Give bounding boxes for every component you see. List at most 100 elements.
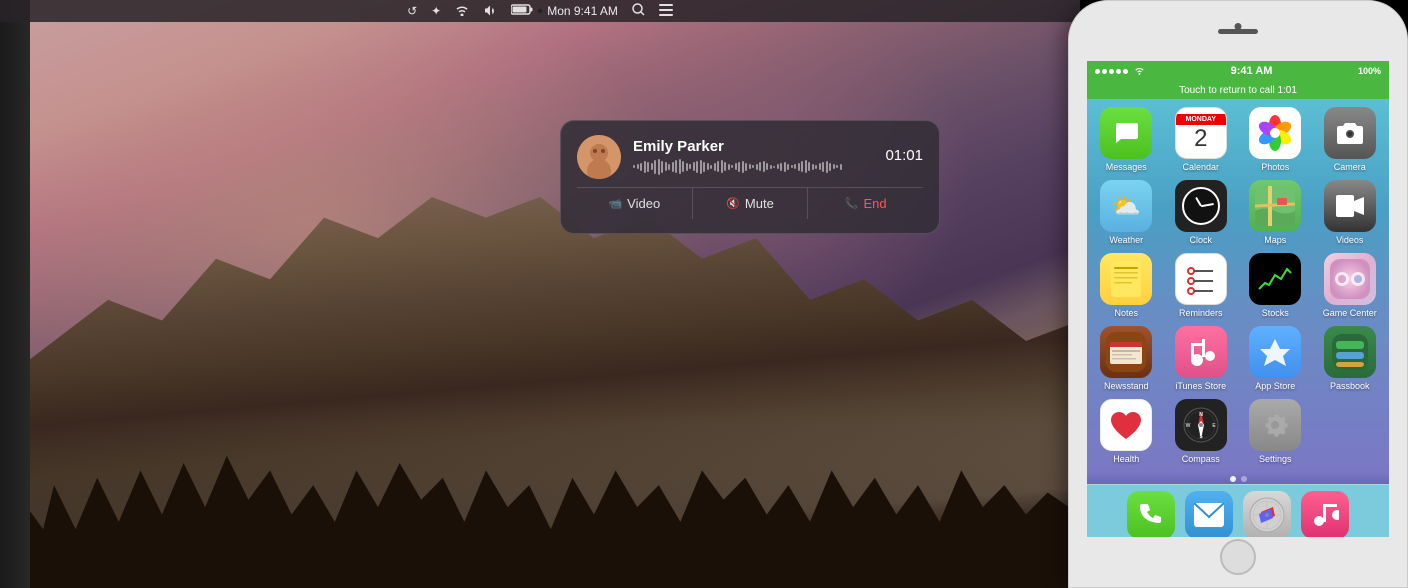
waveform-bar bbox=[787, 164, 789, 170]
app-newsstand[interactable]: Newsstand bbox=[1093, 326, 1160, 391]
waveform-bar bbox=[766, 163, 768, 170]
spotlight-search-icon[interactable] bbox=[632, 3, 645, 19]
app-notes[interactable]: Notes bbox=[1093, 253, 1160, 318]
ios-call-return-banner[interactable]: Touch to return to call 1:01 bbox=[1087, 81, 1389, 99]
notification-header: Emily Parker 01:01 bbox=[577, 135, 923, 187]
waveform-bar bbox=[826, 161, 828, 173]
app-health[interactable]: Health bbox=[1093, 399, 1160, 464]
health-icon bbox=[1100, 399, 1152, 451]
ios-time: 9:41 AM bbox=[1231, 65, 1273, 77]
end-call-button[interactable]: 📞 End bbox=[808, 188, 923, 219]
waveform-bar bbox=[633, 165, 635, 168]
reminders-icon bbox=[1175, 253, 1227, 305]
waveform-bar bbox=[738, 162, 740, 172]
waveform-bar bbox=[731, 165, 733, 168]
waveform-bar bbox=[784, 162, 786, 172]
signal-dot-5 bbox=[1123, 69, 1128, 74]
app-game-center[interactable]: Game Center bbox=[1317, 253, 1384, 318]
waveform-bar bbox=[822, 162, 824, 172]
waveform-bar bbox=[647, 162, 649, 172]
waveform-bar bbox=[658, 159, 660, 175]
app-calendar[interactable]: Monday 2 Calendar bbox=[1168, 107, 1235, 172]
app-photos[interactable]: Photos bbox=[1242, 107, 1309, 172]
waveform-bar bbox=[724, 162, 726, 171]
app-clock[interactable]: Clock bbox=[1168, 180, 1235, 245]
app-reminders[interactable]: Reminders bbox=[1168, 253, 1235, 318]
notes-label: Notes bbox=[1114, 308, 1138, 318]
music-icon bbox=[1301, 491, 1349, 537]
notification-center-icon[interactable] bbox=[659, 4, 673, 19]
videos-label: Videos bbox=[1336, 235, 1363, 245]
calendar-icon: Monday 2 bbox=[1175, 107, 1227, 159]
waveform-bar bbox=[780, 163, 782, 171]
messages-icon bbox=[1100, 107, 1152, 159]
passbook-label: Passbook bbox=[1330, 381, 1370, 391]
compass-label: Compass bbox=[1182, 454, 1220, 464]
app-weather[interactable]: ⛅ Weather bbox=[1093, 180, 1160, 245]
waveform-bar bbox=[693, 162, 695, 171]
mute-label: Mute bbox=[745, 196, 774, 211]
mute-button[interactable]: 🔇 Mute bbox=[693, 188, 809, 219]
waveform-bar bbox=[728, 164, 730, 170]
app-stocks[interactable]: Stocks bbox=[1242, 253, 1309, 318]
waveform-bar bbox=[735, 163, 737, 170]
app-appstore[interactable]: App Store bbox=[1242, 326, 1309, 391]
waveform-bar bbox=[840, 164, 842, 170]
phone-icon bbox=[1127, 491, 1175, 537]
waveform-bar bbox=[759, 162, 761, 171]
waveform-bar bbox=[679, 159, 681, 174]
wifi-icon bbox=[455, 4, 469, 19]
waveform-bar bbox=[777, 164, 779, 169]
dock-music[interactable]: Music bbox=[1301, 491, 1349, 537]
waveform-bar bbox=[700, 160, 702, 174]
waveform-bar bbox=[742, 161, 744, 173]
call-return-text: Touch to return to call 1:01 bbox=[1179, 85, 1297, 96]
app-compass[interactable]: N S W E Compass bbox=[1168, 399, 1235, 464]
app-maps[interactable]: Maps bbox=[1242, 180, 1309, 245]
waveform-bar bbox=[707, 163, 709, 170]
signal-dot-1 bbox=[1095, 69, 1100, 74]
waveform-bar bbox=[703, 162, 705, 172]
app-passbook[interactable]: Passbook bbox=[1317, 326, 1384, 391]
waveform-bar bbox=[675, 160, 677, 173]
caller-details: Emily Parker bbox=[633, 138, 842, 177]
waveform-bar bbox=[721, 160, 723, 173]
maps-icon bbox=[1249, 180, 1301, 232]
waveform-bar bbox=[668, 164, 670, 170]
stocks-icon bbox=[1249, 253, 1301, 305]
wifi-status-icon bbox=[1134, 66, 1145, 77]
signal-dot-3 bbox=[1109, 69, 1114, 74]
iphone-home-button[interactable] bbox=[1220, 539, 1256, 575]
waveform-bar bbox=[696, 161, 698, 173]
waveform-bar bbox=[833, 164, 835, 169]
calendar-label: Calendar bbox=[1182, 162, 1219, 172]
dock-phone[interactable]: Phone bbox=[1127, 491, 1175, 537]
waveform-bar bbox=[808, 162, 810, 171]
app-videos[interactable]: Videos bbox=[1317, 180, 1384, 245]
mac-bezel bbox=[0, 0, 30, 588]
camera-label: Camera bbox=[1334, 162, 1366, 172]
waveform-bar bbox=[710, 165, 712, 169]
waveform-bar bbox=[745, 163, 747, 171]
settings-label: Settings bbox=[1259, 454, 1292, 464]
end-call-icon: 📞 bbox=[845, 197, 859, 210]
app-camera[interactable]: Camera bbox=[1317, 107, 1384, 172]
page-indicator bbox=[1087, 472, 1389, 484]
video-icon: 📹 bbox=[608, 197, 622, 210]
app-itunes[interactable]: iTunes Store bbox=[1168, 326, 1235, 391]
waveform-bar bbox=[819, 163, 821, 170]
game-center-icon bbox=[1324, 253, 1376, 305]
waveform-bar bbox=[686, 163, 688, 171]
waveform-bar bbox=[665, 162, 667, 171]
video-button[interactable]: 📹 Video bbox=[577, 188, 693, 219]
waveform-bar bbox=[640, 163, 642, 171]
waveform-bar bbox=[794, 164, 796, 169]
dock-mail[interactable]: Mail bbox=[1185, 491, 1233, 537]
app-settings[interactable]: Settings bbox=[1242, 399, 1309, 464]
appstore-icon bbox=[1249, 326, 1301, 378]
settings-icon bbox=[1249, 399, 1301, 451]
app-messages[interactable]: Messages bbox=[1093, 107, 1160, 172]
dock-safari[interactable]: Safari bbox=[1243, 491, 1291, 537]
incoming-call-notification: Emily Parker 01:01 📹 Video 🔇 Mute 📞 bbox=[560, 120, 940, 234]
mac-camera-dot bbox=[537, 8, 543, 14]
